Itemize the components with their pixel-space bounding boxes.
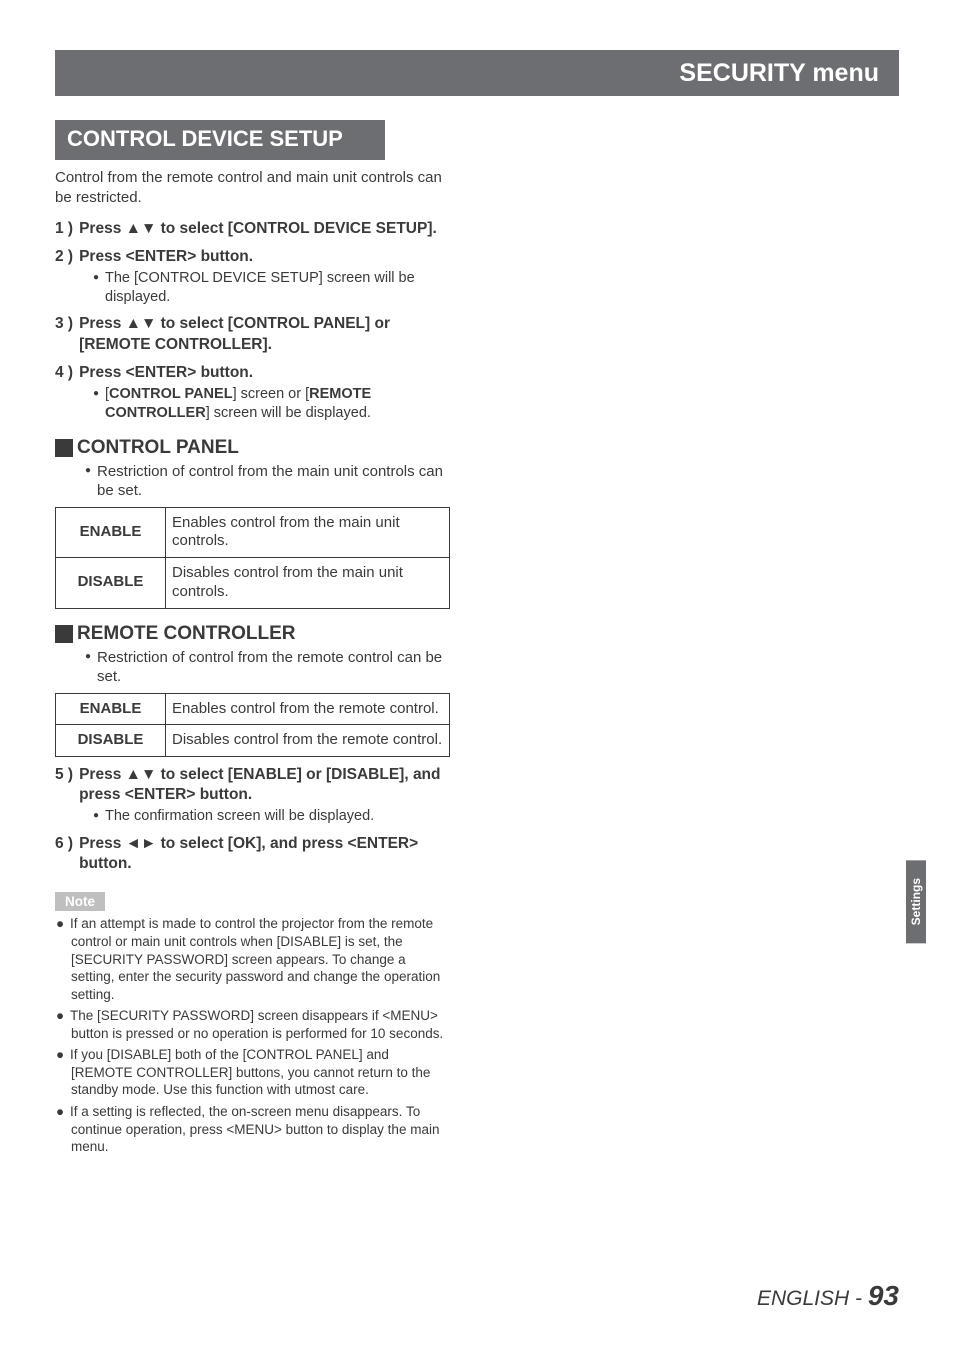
control-panel-table: ENABLE Enables control from the main uni… xyxy=(55,507,450,609)
note-item: ●If a setting is reflected, the on-scree… xyxy=(55,1103,450,1156)
step-1: 1 ) Press ▲▼ to select [CONTROL DEVICE S… xyxy=(55,219,450,239)
step-number: 5 ) xyxy=(55,765,79,805)
note-label: Note xyxy=(55,892,105,911)
subsection-control-panel: CONTROL PANEL ● Restriction of control f… xyxy=(55,437,450,501)
bullet-icon: ● xyxy=(93,385,105,403)
intro-text: Control from the remote control and main… xyxy=(55,168,450,209)
right-column xyxy=(480,120,899,1310)
subsection-text: Restriction of control from the main uni… xyxy=(97,462,450,501)
table-row: ENABLE Enables control from the main uni… xyxy=(56,507,450,558)
step-number: 4 ) xyxy=(55,363,79,383)
subsection-remote-controller: REMOTE CONTROLLER ● Restriction of contr… xyxy=(55,623,450,687)
page-number: 93 xyxy=(868,1280,899,1311)
opt-val: Enables control from the main unit contr… xyxy=(166,507,450,558)
step-text: Press <ENTER> button. xyxy=(79,247,253,267)
left-column: CONTROL DEVICE SETUP Control from the re… xyxy=(55,120,450,1310)
section-title: CONTROL DEVICE SETUP xyxy=(55,120,385,160)
remote-controller-table: ENABLE Enables control from the remote c… xyxy=(55,693,450,758)
subsection-text: Restriction of control from the remote c… xyxy=(97,648,450,687)
opt-key: ENABLE xyxy=(56,693,166,725)
step-text: Press ▲▼ to select [CONTROL PANEL] or [R… xyxy=(79,314,450,354)
step-4: 4 ) Press <ENTER> button. ● [CONTROL PAN… xyxy=(55,363,450,423)
step-text: Press ◄► to select [OK], and press <ENTE… xyxy=(79,834,450,874)
bullet-icon: ● xyxy=(85,462,97,501)
page-header-title: SECURITY menu xyxy=(679,59,879,88)
step-text: Press ▲▼ to select [ENABLE] or [DISABLE]… xyxy=(79,765,450,805)
step-6: 6 ) Press ◄► to select [OK], and press <… xyxy=(55,834,450,874)
footer-lang: ENGLISH - xyxy=(757,1287,868,1310)
page-footer: ENGLISH - 93 xyxy=(757,1280,899,1312)
opt-val: Enables control from the remote control. xyxy=(166,693,450,725)
table-row: DISABLE Disables control from the remote… xyxy=(56,725,450,757)
step-5: 5 ) Press ▲▼ to select [ENABLE] or [DISA… xyxy=(55,765,450,826)
note-item: ●The [SECURITY PASSWORD] screen disappea… xyxy=(55,1007,450,1042)
step-2: 2 ) Press <ENTER> button. ● The [CONTROL… xyxy=(55,247,450,307)
step-number: 6 ) xyxy=(55,834,79,874)
bullet-icon: ● xyxy=(93,807,105,825)
bullet-icon: ● xyxy=(93,269,105,287)
side-tab-settings: Settings xyxy=(906,860,926,943)
step-number: 1 ) xyxy=(55,219,79,239)
opt-key: DISABLE xyxy=(56,558,166,609)
note-item: ●If you [DISABLE] both of the [CONTROL P… xyxy=(55,1046,450,1099)
step-sub-text: The [CONTROL DEVICE SETUP] screen will b… xyxy=(105,269,450,307)
step-text: Press ▲▼ to select [CONTROL DEVICE SETUP… xyxy=(79,219,437,239)
opt-key: DISABLE xyxy=(56,725,166,757)
subsection-title: REMOTE CONTROLLER xyxy=(77,623,296,645)
opt-val: Disables control from the remote control… xyxy=(166,725,450,757)
step-sub-text: [CONTROL PANEL] screen or [REMOTE CONTRO… xyxy=(105,385,450,423)
step-3: 3 ) Press ▲▼ to select [CONTROL PANEL] o… xyxy=(55,314,450,354)
table-row: DISABLE Disables control from the main u… xyxy=(56,558,450,609)
note-item: ●If an attempt is made to control the pr… xyxy=(55,915,450,1003)
header-band: SECURITY menu xyxy=(55,50,899,96)
square-marker-icon xyxy=(55,439,73,457)
table-row: ENABLE Enables control from the remote c… xyxy=(56,693,450,725)
step-number: 3 ) xyxy=(55,314,79,354)
subsection-title: CONTROL PANEL xyxy=(77,437,239,459)
square-marker-icon xyxy=(55,625,73,643)
bullet-icon: ● xyxy=(85,648,97,687)
opt-val: Disables control from the main unit cont… xyxy=(166,558,450,609)
step-sub-text: The confirmation screen will be displaye… xyxy=(105,807,374,826)
opt-key: ENABLE xyxy=(56,507,166,558)
step-text: Press <ENTER> button. xyxy=(79,363,253,383)
step-number: 2 ) xyxy=(55,247,79,267)
